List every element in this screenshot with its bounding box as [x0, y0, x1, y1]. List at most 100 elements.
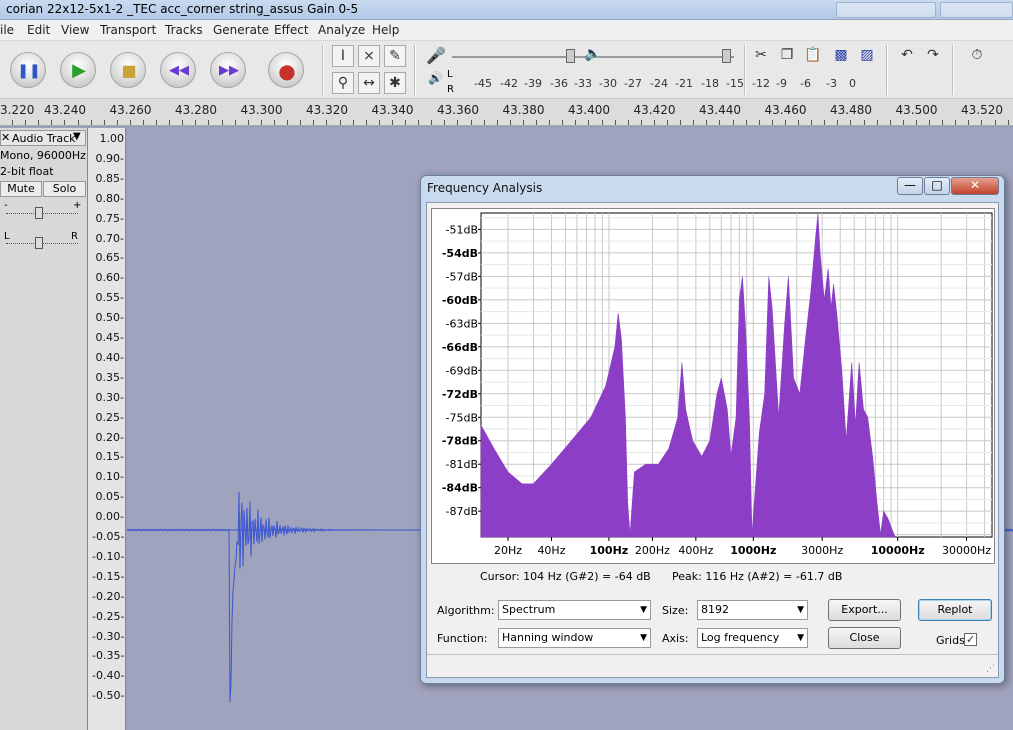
stop-icon: ■: [121, 61, 137, 80]
record-button[interactable]: ●: [268, 52, 304, 88]
selection-tool[interactable]: I: [332, 45, 354, 67]
meter-scale-label: 0: [849, 77, 856, 90]
solo-button[interactable]: Solo: [43, 181, 86, 197]
paste-button[interactable]: 📋: [802, 45, 824, 67]
ruler-label: 43.520: [961, 103, 1003, 117]
envelope-tool[interactable]: ⨯: [358, 45, 380, 67]
menu-tracks[interactable]: Tracks: [165, 23, 203, 37]
replot-button[interactable]: Replot: [918, 599, 992, 621]
gain-slider-thumb[interactable]: [35, 207, 43, 219]
menu-generate[interactable]: Generate: [213, 23, 269, 37]
sync-lock-button[interactable]: ⏱: [966, 45, 988, 67]
skip-start-button[interactable]: ◀◀: [160, 52, 196, 88]
meter-scale-label: -6: [800, 77, 811, 90]
mute-button[interactable]: Mute: [0, 181, 42, 197]
chevron-down-icon[interactable]: ▼: [73, 131, 81, 142]
amplitude-label: 0.20-: [95, 430, 124, 444]
ruler-label: 43.420: [633, 103, 676, 117]
time-shift-tool[interactable]: ↔: [358, 72, 380, 94]
amplitude-label: 0.15-: [95, 450, 124, 464]
undo-button[interactable]: ↶: [896, 45, 918, 67]
ruler-tick: [274, 120, 275, 125]
menu-view[interactable]: View: [61, 23, 89, 37]
magnifier-icon: ⚲: [337, 75, 349, 91]
grids-checkbox[interactable]: ✓: [964, 633, 977, 646]
redo-button[interactable]: ↷: [922, 45, 944, 67]
draw-tool[interactable]: ✎: [384, 45, 406, 67]
ruler-label: 43.440: [699, 103, 741, 117]
window-title: corian 22x12-5x1-2 _TEC acc_corner strin…: [6, 2, 359, 16]
spectrum-svg: -51dB -54dB -57dB -60dB -63dB -66dB -69dB -72dB…: [442, 212, 993, 557]
ruler-label: 43.240: [44, 103, 86, 117]
ruler-tick: [418, 120, 419, 125]
input-volume-thumb[interactable]: [566, 49, 575, 63]
menu-help[interactable]: Help: [372, 23, 399, 37]
timeline-ruler[interactable]: 3.220 43.240 43.260 43.280 43.300 43.320 43.34…: [0, 99, 1013, 126]
play-icon: ▶: [72, 60, 86, 81]
menu-edit[interactable]: Edit: [27, 23, 50, 37]
menu-file[interactable]: ile: [0, 23, 14, 37]
ruler-label: 43.380: [502, 103, 545, 117]
ruler-tick: [51, 120, 52, 125]
algorithm-select[interactable]: Spectrum ▼: [498, 600, 651, 620]
axis-select[interactable]: Log frequency ▼: [697, 628, 808, 648]
output-volume-thumb[interactable]: [722, 49, 731, 63]
titlebar-ghost-box: [836, 2, 936, 18]
cut-button[interactable]: ✂: [750, 45, 772, 67]
track-format: Mono, 96000Hz: [0, 149, 86, 162]
skip-end-button[interactable]: ▶▶: [210, 52, 246, 88]
maximize-button[interactable]: □: [924, 177, 950, 195]
silence-button[interactable]: ▨: [856, 45, 878, 67]
menu-effect[interactable]: Effect: [274, 23, 309, 37]
size-select[interactable]: 8192 ▼: [697, 600, 808, 620]
stop-button[interactable]: ■: [110, 52, 146, 88]
ruler-tick: [549, 120, 550, 125]
ruler-tick: [864, 120, 865, 125]
spectrum-y-label: -75dB: [446, 411, 479, 424]
pan-slider-thumb[interactable]: [35, 237, 43, 249]
menu-analyze[interactable]: Analyze: [318, 23, 365, 37]
ruler-tick: [719, 120, 720, 125]
ruler-label: 43.300: [240, 103, 283, 117]
close-window-button[interactable]: ✕: [951, 177, 999, 195]
paste-icon: 📋: [804, 47, 822, 63]
close-track-icon[interactable]: ✕: [1, 131, 10, 144]
track-name-bar[interactable]: ✕ Audio Track ▼: [0, 130, 86, 146]
spectrum-y-label: -51dB: [446, 223, 479, 236]
amplitude-label: 0.60-: [95, 271, 124, 285]
trim-button[interactable]: ▩: [830, 45, 852, 67]
meter-scale-label: -42: [500, 77, 518, 90]
ruler-label: 43.460: [764, 103, 807, 117]
ruler-label: 43.280: [175, 103, 217, 117]
ruler-tick: [25, 120, 26, 125]
trim-icon: ▩: [834, 47, 848, 63]
amplitude-label: 0.45-: [95, 331, 124, 344]
spectrum-x-label: 40Hz: [537, 544, 565, 557]
zoom-tool[interactable]: ⚲: [332, 72, 354, 94]
microphone-icon: 🎤: [426, 46, 446, 65]
meter-right-label: R: [447, 84, 454, 95]
size-value: 8192: [701, 603, 729, 616]
close-button[interactable]: Close: [828, 627, 901, 649]
pencil-icon: ✎: [389, 48, 401, 64]
resize-grip-icon[interactable]: ⋰: [986, 664, 995, 674]
menu-transport[interactable]: Transport: [100, 23, 156, 37]
play-button[interactable]: ▶: [60, 52, 96, 88]
ruler-tick: [523, 120, 524, 125]
copy-button[interactable]: ❐: [776, 45, 798, 67]
function-select[interactable]: Hanning window ▼: [498, 628, 651, 648]
ruler-tick: [733, 120, 734, 125]
output-volume-slider[interactable]: [608, 56, 732, 58]
amplitude-label: 1.00: [99, 132, 125, 145]
export-button[interactable]: Export...: [828, 599, 901, 621]
ruler-label: 43.340: [371, 103, 414, 117]
amplitude-label: 0.75-: [95, 211, 124, 225]
pause-button[interactable]: ❚❚: [10, 52, 46, 88]
spectrum-plot[interactable]: -51dB -54dB -57dB -60dB -63dB -66dB -69dB -72dB…: [431, 208, 995, 564]
spectrum-y-label: -60dB: [442, 294, 478, 307]
ruler-tick: [890, 120, 891, 125]
multi-tool[interactable]: ✱: [384, 72, 406, 94]
minimize-button[interactable]: —: [897, 177, 923, 195]
window-titlebar: corian 22x12-5x1-2 _TEC acc_corner strin…: [0, 0, 1013, 20]
amplitude-label: 0.25-: [95, 410, 124, 424]
